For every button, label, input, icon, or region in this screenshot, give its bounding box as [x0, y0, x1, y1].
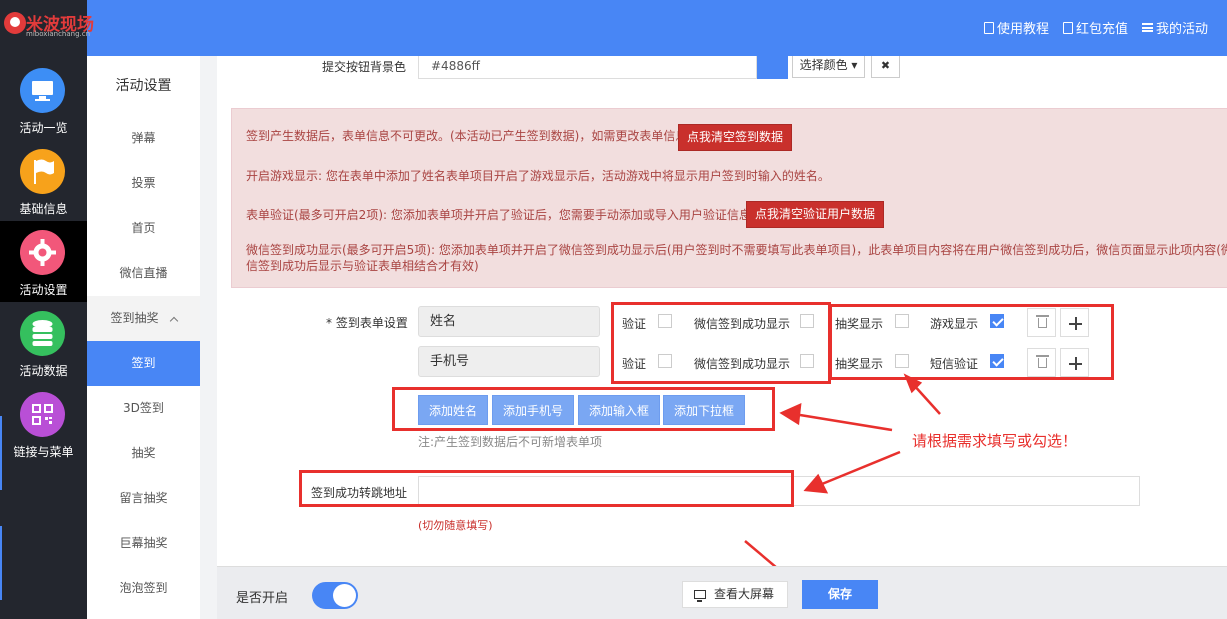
save-button[interactable]: 保存 [802, 580, 878, 609]
flag-icon [20, 149, 65, 194]
alert-line-4: 微信签到成功显示(最多可开启5项): 您添加表单项并开启了微信签到成功显示后(用… [246, 243, 1227, 273]
sidebar-item-label: 活动设置 [19, 283, 68, 297]
tutorial-label: 使用教程 [996, 22, 1049, 37]
top-bar: 米波现场 miboxianchang.cn 使用教程 红包充值 我的活动 [0, 0, 1227, 56]
sub-nav: 活动设置 弹幕 投票 首页 微信直播 签到抽奖 签到 3D签到 抽奖 留言抽奖 … [87, 56, 200, 619]
color-swatch [757, 56, 788, 79]
clear-color-button[interactable]: ✖ [871, 56, 900, 78]
pick-color-button[interactable]: 选择颜色 ▾ [792, 56, 865, 78]
main-panel: 提交按钮背景色 选择颜色 ▾ ✖ 签到产生数据后，表单信息不可更改。(本活动已产… [217, 56, 1227, 566]
submit-bg-color-input[interactable] [418, 56, 757, 79]
form-note: 注:产生签到数据后不可新增表单项 [418, 435, 603, 449]
redirect-hint: (切勿随意填写) [418, 519, 493, 532]
alert-line-3: 表单验证(最多可开启2项): 您添加表单项并开启了验证后，您需要手动添加或导入用… [246, 208, 763, 222]
sidebar-scroll-edge [0, 416, 2, 490]
my-events-label: 我的活动 [1155, 22, 1208, 37]
sidebar-item-links-menu[interactable]: 链接与菜单 [0, 383, 87, 464]
logo-mark-icon [4, 12, 26, 34]
sidebar-scroll-edge [0, 526, 2, 600]
sub-nav-item-vote[interactable]: 投票 [87, 161, 200, 206]
info-alert: 签到产生数据后，表单信息不可更改。(本活动已产生签到数据)，如需更改表单信息 点… [231, 108, 1227, 288]
sidebar-item-label: 活动一览 [19, 121, 68, 135]
form-settings-label: * 签到表单设置 [326, 316, 408, 330]
sub-nav-group-checkin-lottery[interactable]: 签到抽奖 [87, 296, 200, 341]
qrcode-icon [20, 392, 65, 437]
sub-nav-item-message-lottery[interactable]: 留言抽奖 [87, 476, 200, 521]
sub-nav-item-3d-checkin[interactable]: 3D签到 [87, 386, 200, 431]
enable-label: 是否开启 [236, 591, 289, 606]
sub-nav-item-giant-lottery[interactable]: 巨幕抽奖 [87, 521, 200, 566]
logo[interactable]: 米波现场 miboxianchang.cn [0, 0, 94, 56]
document-icon [1062, 21, 1073, 34]
sub-nav-title: 活动设置 [115, 78, 172, 94]
annotation-box [392, 387, 775, 431]
annotation-box [299, 470, 794, 507]
sidebar-item-label: 活动数据 [19, 364, 68, 378]
bottom-bar: 是否开启 查看大屏幕 保存 [217, 566, 1227, 619]
enable-toggle[interactable] [312, 582, 358, 609]
sidebar-item-label: 链接与菜单 [13, 445, 74, 459]
my-events-link[interactable]: 我的活动 [1141, 18, 1208, 37]
sub-nav-item-lottery[interactable]: 抽奖 [87, 431, 200, 476]
main-sidebar: 活动一览 基础信息 活动设置 活动数据 链接与菜单 [0, 56, 87, 619]
clear-checkin-data-button[interactable]: 点我清空签到数据 [678, 124, 792, 151]
view-big-screen-label: 查看大屏幕 [714, 587, 775, 601]
top-nav: 使用教程 红包充值 我的活动 [983, 18, 1208, 37]
sub-nav-group-label: 签到抽奖 [110, 311, 159, 325]
sub-nav-item-checkin[interactable]: 签到 [87, 341, 200, 386]
alert-line-2: 开启游戏显示: 您在表单中添加了姓名表单项目开启了游戏显示后，活动游戏中将显示用… [246, 169, 830, 183]
sidebar-item-event-data[interactable]: 活动数据 [0, 302, 87, 383]
sidebar-item-label: 基础信息 [19, 202, 68, 216]
form-field-phone[interactable]: 手机号 [418, 346, 600, 377]
sub-nav-item-danmu[interactable]: 弹幕 [87, 116, 200, 161]
sidebar-item-basic-info[interactable]: 基础信息 [0, 140, 87, 221]
alert-line-1: 签到产生数据后，表单信息不可更改。(本活动已产生签到数据)，如需更改表单信息 [246, 129, 688, 143]
annotation-box [611, 302, 831, 384]
monitor-icon [694, 590, 706, 602]
gear-icon [20, 230, 65, 275]
sidebar-item-event-settings[interactable]: 活动设置 [0, 221, 87, 302]
recharge-link[interactable]: 红包充值 [1062, 18, 1128, 37]
clear-verify-data-button[interactable]: 点我清空验证用户数据 [746, 201, 884, 228]
monitor-icon [20, 68, 65, 113]
logo-domain: miboxianchang.cn [26, 30, 91, 38]
recharge-label: 红包充值 [1075, 22, 1128, 37]
annotation-text: 请根据需求填写或勾选！ [912, 432, 1078, 450]
annotation-box [829, 304, 1114, 380]
sub-nav-item-bubble-checkin[interactable]: 泡泡签到 [87, 566, 200, 611]
database-icon [20, 311, 65, 356]
sub-nav-item-home[interactable]: 首页 [87, 206, 200, 251]
sidebar-item-overview[interactable]: 活动一览 [0, 59, 87, 140]
sub-nav-item-wechat-live[interactable]: 微信直播 [87, 251, 200, 296]
form-field-name[interactable]: 姓名 [418, 306, 600, 337]
menu-icon [1141, 23, 1153, 32]
chevron-up-icon [169, 316, 178, 326]
document-icon [983, 21, 994, 34]
tutorial-link[interactable]: 使用教程 [983, 18, 1049, 37]
submit-bg-label: 提交按钮背景色 [322, 60, 407, 74]
view-big-screen-button[interactable]: 查看大屏幕 [682, 581, 788, 608]
